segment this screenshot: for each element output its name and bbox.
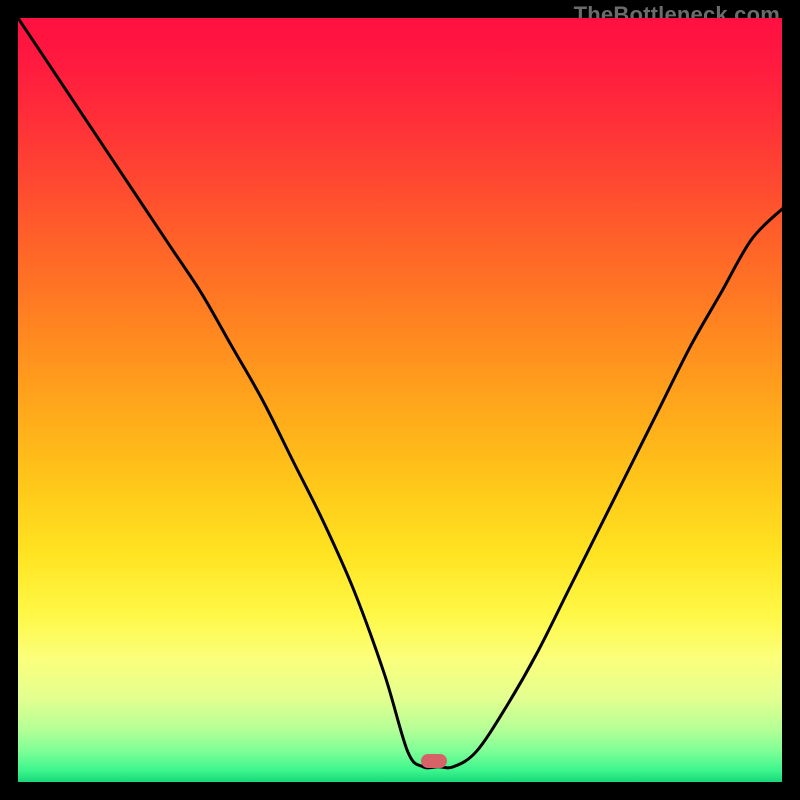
bottleneck-curve <box>18 18 782 782</box>
optimum-marker <box>421 754 447 768</box>
chart-frame: TheBottleneck.com <box>0 0 800 800</box>
plot-area <box>18 18 782 782</box>
